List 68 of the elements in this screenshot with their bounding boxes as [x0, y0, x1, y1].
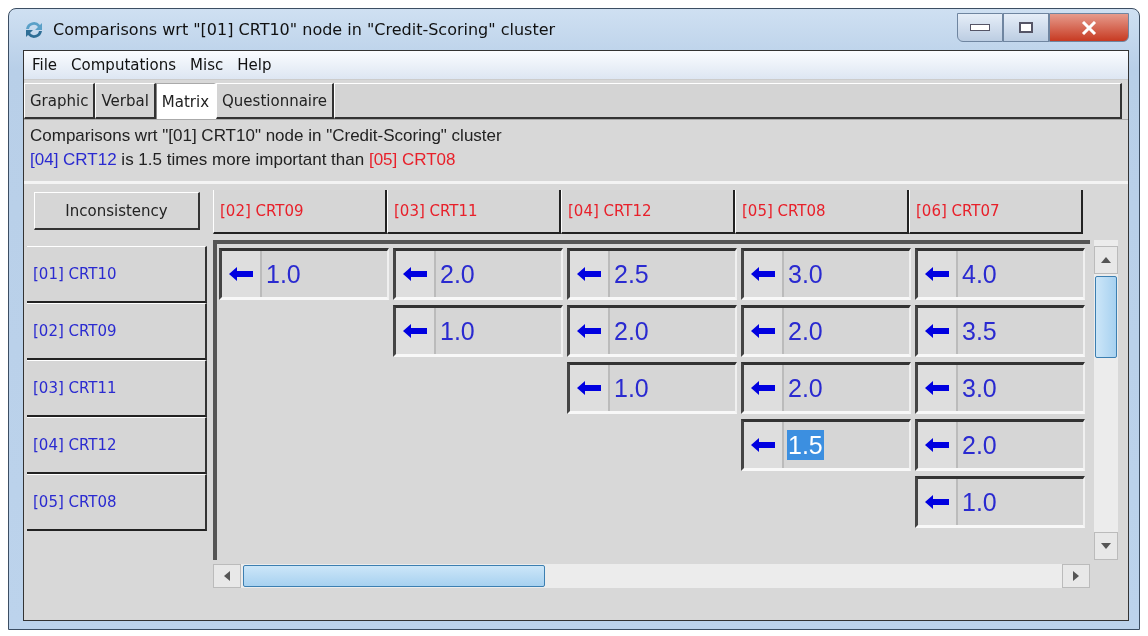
- column-header[interactable]: [04] CRT12: [561, 190, 735, 234]
- menu-item[interactable]: File: [32, 56, 58, 74]
- direction-button[interactable]: [396, 308, 436, 354]
- left-arrow-icon: [576, 379, 602, 397]
- left-arrow-icon: [924, 265, 950, 283]
- window-title: Comparisons wrt "[01] CRT10" node in "Credit-Scoring" cluster: [53, 20, 556, 39]
- left-arrow-icon: [228, 265, 254, 283]
- column-header[interactable]: [06] CRT07: [909, 190, 1083, 234]
- direction-button[interactable]: [396, 251, 436, 297]
- left-arrow-icon: [924, 322, 950, 340]
- direction-button[interactable]: [744, 365, 784, 411]
- direction-button[interactable]: [222, 251, 262, 297]
- left-arrow-icon: [224, 571, 230, 581]
- left-arrow-icon: [750, 379, 776, 397]
- direction-button[interactable]: [918, 308, 958, 354]
- direction-button[interactable]: [570, 251, 610, 297]
- minimize-button[interactable]: [957, 13, 1003, 42]
- vertical-scrollbar[interactable]: [1094, 240, 1118, 560]
- column-header[interactable]: [02] CRT09: [213, 190, 387, 234]
- maximize-button[interactable]: [1003, 13, 1049, 42]
- direction-button[interactable]: [744, 422, 784, 468]
- left-arrow-icon: [750, 322, 776, 340]
- scroll-left-button[interactable]: [213, 564, 241, 588]
- left-arrow-icon: [576, 322, 602, 340]
- left-arrow-icon: [924, 493, 950, 511]
- scroll-down-button[interactable]: [1094, 532, 1118, 560]
- menu-item[interactable]: Misc: [190, 56, 224, 74]
- scroll-thumb[interactable]: [243, 565, 545, 587]
- left-arrow-icon: [924, 436, 950, 454]
- left-arrow-icon: [576, 265, 602, 283]
- up-arrow-icon: [1101, 257, 1111, 263]
- row-header[interactable]: [02] CRT09: [27, 303, 207, 360]
- row-header[interactable]: [03] CRT11: [27, 360, 207, 417]
- direction-button[interactable]: [570, 365, 610, 411]
- row-header[interactable]: [01] CRT10: [27, 246, 207, 303]
- horizontal-scrollbar[interactable]: [213, 564, 1090, 588]
- left-arrow-icon: [402, 322, 428, 340]
- down-arrow-icon: [1101, 543, 1111, 549]
- tab[interactable]: Graphic: [24, 83, 96, 119]
- column-header[interactable]: [05] CRT08: [735, 190, 909, 234]
- comparison-heading: Comparisons wrt "[01] CRT10" node in "Credit-Scoring" cluster: [30, 125, 503, 147]
- direction-button[interactable]: [918, 422, 958, 468]
- direction-button[interactable]: [744, 251, 784, 297]
- right-arrow-icon: [1073, 571, 1079, 581]
- scroll-up-button[interactable]: [1094, 246, 1118, 274]
- left-arrow-icon: [750, 265, 776, 283]
- direction-button[interactable]: [918, 251, 958, 297]
- left-arrow-icon: [402, 265, 428, 283]
- scroll-thumb[interactable]: [1095, 276, 1117, 358]
- menu-item[interactable]: Help: [237, 56, 272, 74]
- direction-button[interactable]: [918, 479, 958, 525]
- comparison-statement: [04] CRT12 is 1.5 times more important than [05] CRT08: [30, 149, 457, 171]
- close-icon: [1081, 20, 1097, 35]
- direction-button[interactable]: [918, 365, 958, 411]
- direction-button[interactable]: [744, 308, 784, 354]
- column-header[interactable]: [03] CRT11: [387, 190, 561, 234]
- tab[interactable]: Matrix: [155, 83, 217, 119]
- tab[interactable]: Verbal: [95, 83, 156, 119]
- left-arrow-icon: [750, 436, 776, 454]
- row-header[interactable]: [05] CRT08: [27, 474, 207, 531]
- close-button[interactable]: [1049, 13, 1129, 42]
- menu-item[interactable]: Computations: [71, 56, 177, 74]
- row-header[interactable]: [04] CRT12: [27, 417, 207, 474]
- inconsistency-button[interactable]: Inconsistency: [34, 192, 200, 230]
- tab[interactable]: Questionnaire: [216, 83, 335, 119]
- scroll-right-button[interactable]: [1062, 564, 1090, 588]
- direction-button[interactable]: [570, 308, 610, 354]
- left-arrow-icon: [924, 379, 950, 397]
